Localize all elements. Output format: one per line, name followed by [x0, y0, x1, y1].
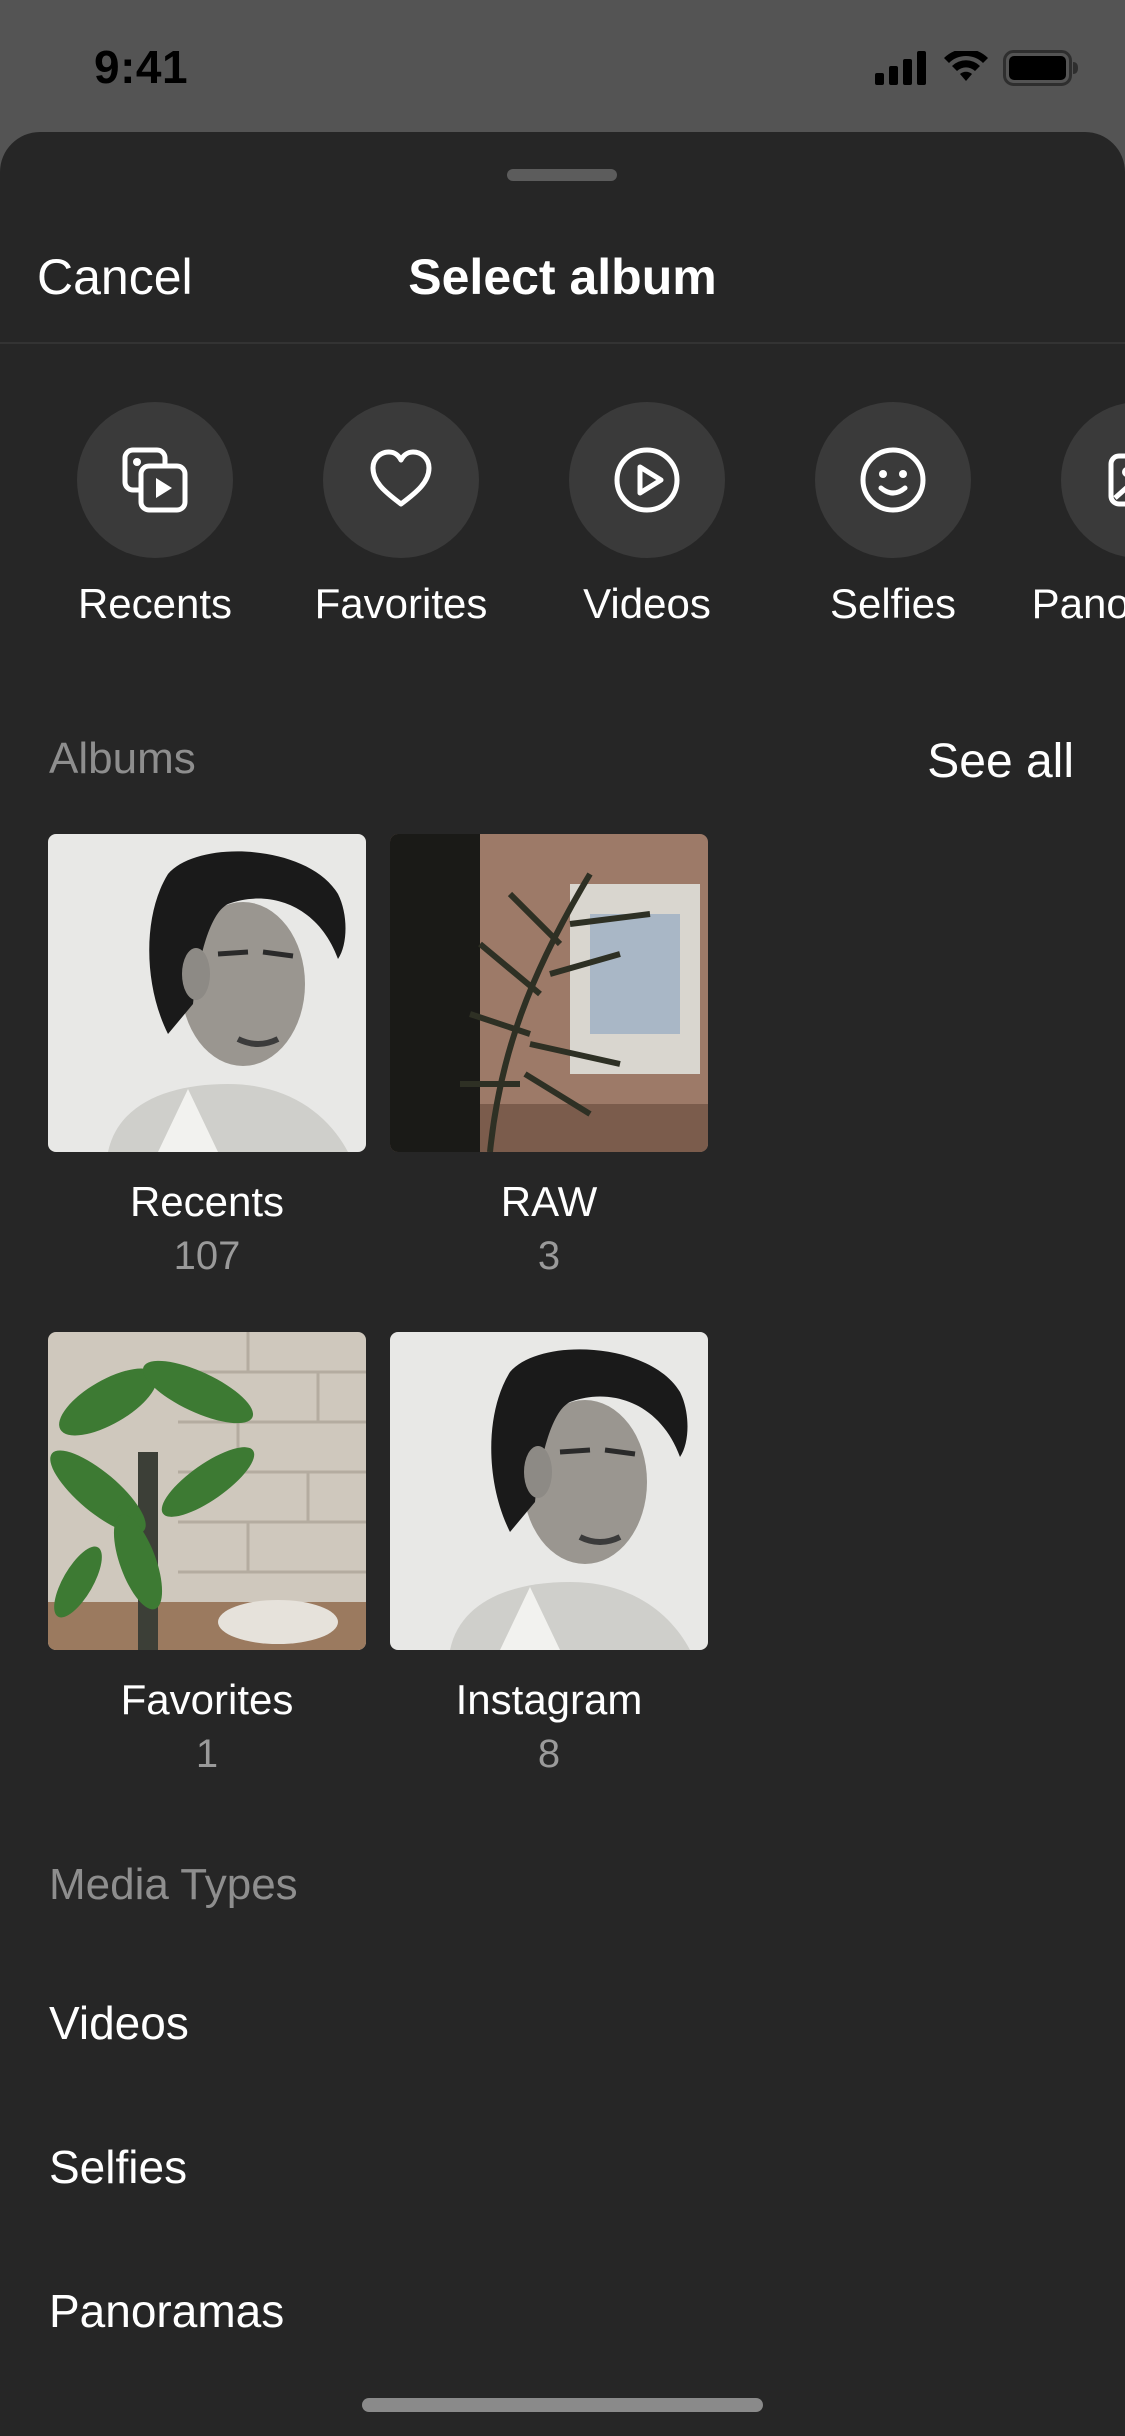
album-tile-instagram[interactable]: Instagram 8 [390, 1332, 708, 1777]
quick-filter-favorites[interactable]: Favorites [278, 402, 524, 628]
quick-filter-label: Recents [77, 580, 233, 627]
sheet-grabber[interactable] [507, 169, 617, 181]
album-count: 3 [537, 1234, 561, 1278]
quick-filter-videos[interactable]: Videos [524, 402, 770, 628]
album-picker-sheet: Cancel Select album Recents Favorites Vi… [0, 132, 1125, 2436]
wifi-icon [944, 51, 988, 81]
albums-section-title: Albums [49, 734, 196, 783]
status-bar: 9:41 [0, 0, 1125, 132]
play-icon [614, 447, 680, 513]
quick-filter-selfies[interactable]: Selfies [770, 402, 1016, 628]
home-indicator[interactable] [362, 2398, 763, 2412]
media-type-selfies[interactable]: Selfies [49, 2140, 187, 2194]
header-divider [0, 342, 1125, 344]
recents-icon [122, 447, 188, 513]
quick-filter-label: Panoramas [1031, 580, 1125, 627]
quick-filter-recents[interactable]: Recents [32, 402, 278, 628]
album-count: 8 [537, 1732, 561, 1776]
album-name: Favorites [120, 1676, 294, 1723]
album-tile-favorites[interactable]: Favorites 1 [48, 1332, 366, 1777]
panorama-icon [1108, 453, 1125, 507]
album-count: 1 [195, 1732, 219, 1776]
quick-filter-label: Favorites [314, 580, 488, 627]
cancel-button[interactable]: Cancel [37, 248, 193, 306]
album-thumbnail [390, 834, 708, 1152]
houseplant-photo-thumbnail [48, 1332, 366, 1650]
heart-icon [370, 449, 432, 507]
battery-icon [1003, 50, 1078, 86]
media-type-videos[interactable]: Videos [49, 1996, 189, 2050]
album-name: Recents [129, 1178, 285, 1225]
album-thumbnail [48, 834, 366, 1152]
album-tile-recents[interactable]: Recents 107 [48, 834, 366, 1279]
portrait-photo-thumbnail [390, 1332, 708, 1650]
media-type-panoramas[interactable]: Panoramas [49, 2284, 284, 2338]
see-all-button[interactable]: See all [927, 734, 1074, 789]
page-title: Select album [408, 249, 717, 305]
album-name: Instagram [455, 1676, 643, 1723]
quick-filter-row: Recents Favorites Videos Selfies Pano [0, 402, 1125, 652]
portrait-photo-thumbnail [48, 834, 366, 1152]
smiley-icon [860, 447, 926, 513]
album-thumbnail [48, 1332, 366, 1650]
album-count: 107 [173, 1234, 241, 1278]
cellular-signal-icon [875, 51, 926, 85]
media-types-section-title: Media Types [49, 1860, 298, 1909]
quick-filter-panoramas[interactable]: Panoramas [1016, 402, 1125, 628]
quick-filter-label: Videos [583, 580, 711, 627]
plant-photo-thumbnail [390, 834, 708, 1152]
status-time: 9:41 [94, 41, 189, 93]
quick-filter-label: Selfies [829, 580, 957, 627]
status-icons [875, 50, 1079, 86]
album-name: RAW [500, 1178, 598, 1225]
album-tile-raw[interactable]: RAW 3 [390, 834, 708, 1279]
album-thumbnail [390, 1332, 708, 1650]
